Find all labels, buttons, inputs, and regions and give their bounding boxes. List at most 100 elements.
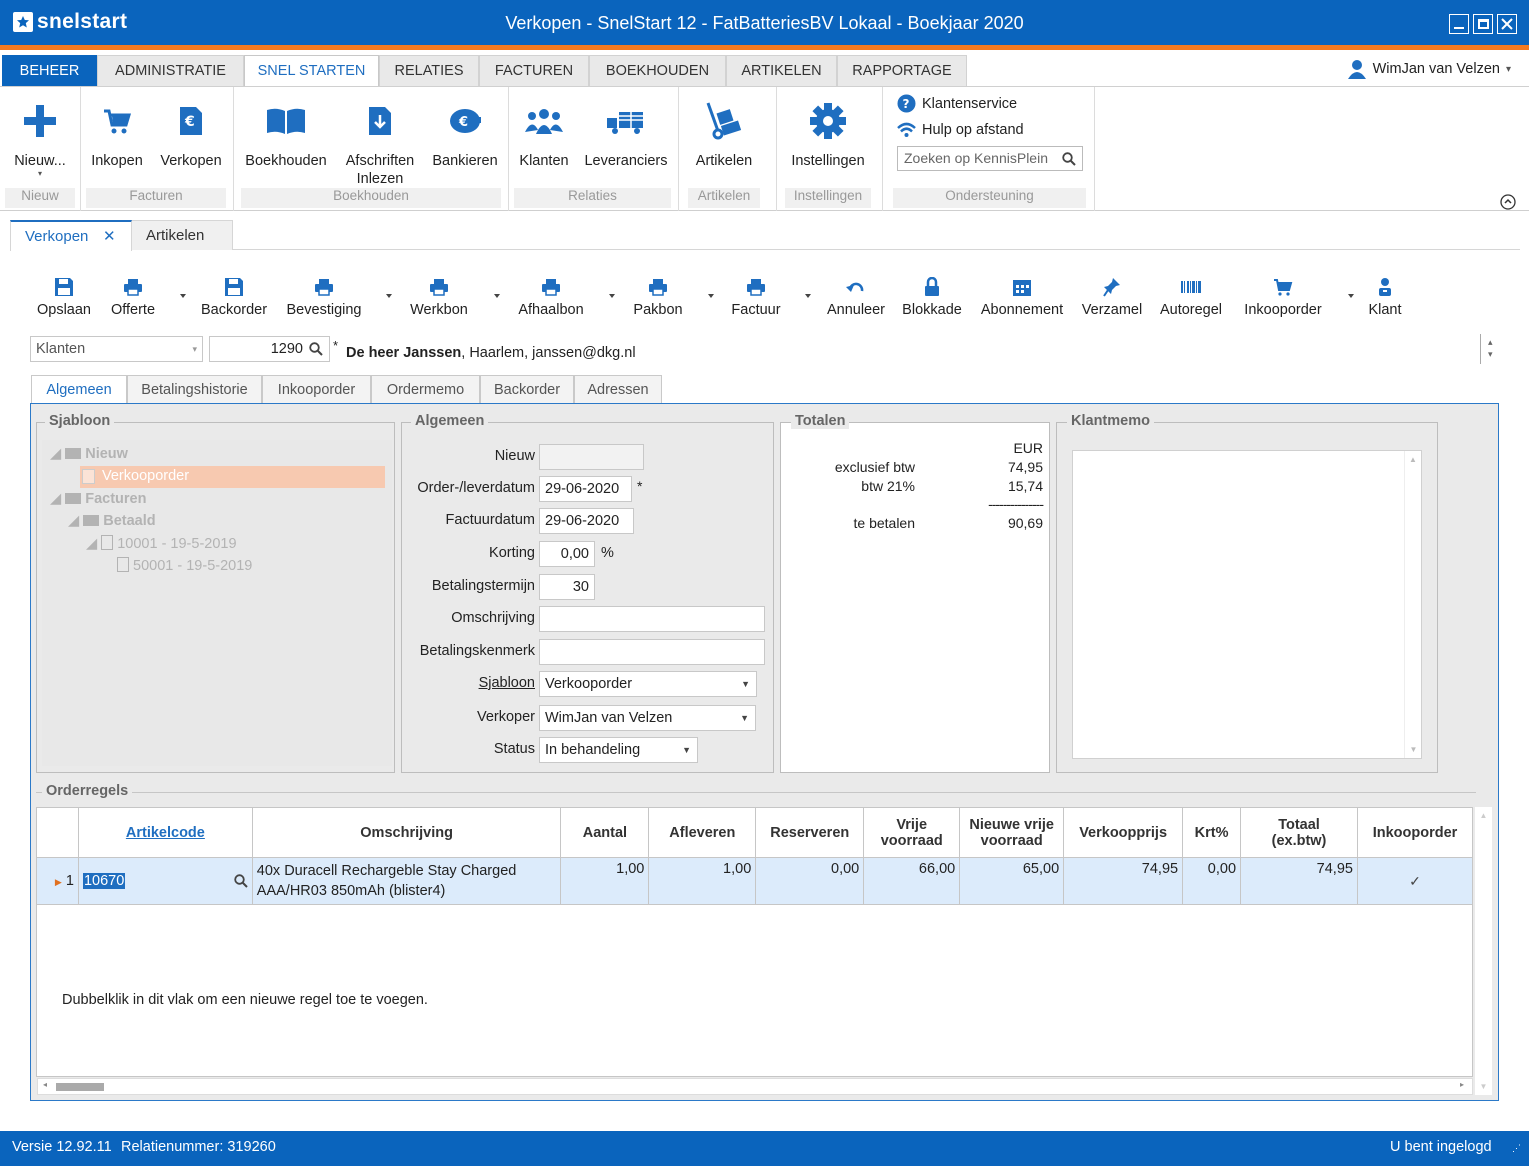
backorder-button[interactable]: Backorder: [184, 276, 284, 318]
chevron-down-icon[interactable]: [494, 294, 500, 298]
tab-betalingshistorie[interactable]: Betalingshistorie: [127, 375, 262, 404]
tree-item-verkooporder[interactable]: Verkooporder: [80, 466, 385, 488]
customer-number-input[interactable]: 1290: [209, 336, 330, 362]
cell-afleveren[interactable]: 1,00: [648, 857, 757, 905]
klanten-button[interactable]: Klanten: [514, 103, 574, 169]
search-icon[interactable]: [309, 342, 323, 356]
search-icon[interactable]: [234, 874, 248, 888]
maximize-button[interactable]: [1473, 14, 1493, 34]
leveranciers-button[interactable]: Leveranciers: [581, 103, 671, 169]
resize-grip-icon[interactable]: ⋰: [1512, 1143, 1521, 1154]
tab-adressen[interactable]: Adressen: [574, 375, 662, 404]
column-header-totaal[interactable]: Totaal (ex.btw): [1240, 807, 1358, 858]
menu-tab-snel-starten[interactable]: SNEL STARTEN: [244, 55, 379, 88]
omschrijving-input[interactable]: [539, 606, 765, 632]
abonnement-button[interactable]: Abonnement: [972, 276, 1072, 318]
tree-item-facturen[interactable]: ◢ Facturen: [50, 491, 146, 507]
menu-tab-facturen[interactable]: FACTUREN: [479, 55, 589, 86]
tab-backorder[interactable]: Backorder: [480, 375, 574, 404]
menu-tab-beheer[interactable]: BEHEER: [2, 55, 97, 86]
horizontal-scrollbar[interactable]: ◂ ▸: [37, 1078, 1473, 1095]
tab-algemeen[interactable]: Algemeen: [31, 375, 127, 406]
menu-tab-rapportage[interactable]: RAPPORTAGE: [837, 55, 967, 86]
tree-item-betaald[interactable]: ◢ Betaald: [68, 513, 156, 529]
scroll-left-icon[interactable]: ◂: [43, 1080, 47, 1089]
column-header-omschrijving[interactable]: Omschrijving: [251, 807, 562, 858]
boekhouden-button[interactable]: Boekhouden: [241, 103, 331, 169]
tree-item-factuur-1[interactable]: ◢ 10001 - 19-5-2019: [86, 535, 237, 552]
column-header-reserveren[interactable]: Reserveren: [755, 807, 865, 858]
cell-krt[interactable]: 0,00: [1182, 857, 1242, 905]
tab-inkooporder[interactable]: Inkooporder: [262, 375, 371, 404]
column-header-nieuwe-vrije-voorraad[interactable]: Nieuwe vrije voorraad: [959, 807, 1065, 858]
column-header-afleveren[interactable]: Afleveren: [648, 807, 757, 858]
doc-tab-artikelen[interactable]: Artikelen: [132, 220, 233, 250]
verkoper-select[interactable]: WimJan van Velzen ▼: [539, 705, 756, 731]
table-row[interactable]: ▶ 1 10670 40x Duracell Rechargeble Stay …: [36, 857, 1474, 905]
column-header-vrije-voorraad[interactable]: Vrije voorraad: [863, 807, 961, 858]
blokkade-button[interactable]: Blokkade: [882, 276, 982, 318]
cell-aantal[interactable]: 1,00: [560, 857, 650, 905]
cell-reserveren[interactable]: 0,00: [755, 857, 865, 905]
nieuw-button[interactable]: Nieuw... ▾: [5, 103, 75, 178]
cell-artikelcode[interactable]: 10670: [77, 857, 253, 905]
bevestiging-button[interactable]: Bevestiging: [274, 276, 374, 318]
menu-tab-boekhouden[interactable]: BOEKHOUDEN: [589, 55, 726, 86]
cell-inkooporder[interactable]: ✓: [1356, 857, 1474, 905]
inkopen-button[interactable]: Inkopen: [86, 103, 148, 169]
afhaalbon-button[interactable]: Afhaalbon: [501, 276, 601, 318]
checkmark-icon[interactable]: ✓: [1409, 873, 1421, 889]
menu-tab-artikelen[interactable]: ARTIKELEN: [726, 55, 837, 86]
inkooporder-button[interactable]: Inkooporder: [1233, 276, 1333, 318]
menu-tab-administratie[interactable]: ADMINISTRATIE: [97, 55, 244, 86]
verkopen-button[interactable]: € Verkopen: [156, 103, 226, 169]
kennisplein-search-input[interactable]: Zoeken op KennisPlein: [897, 146, 1083, 171]
factuurdatum-input[interactable]: 29-06-2020: [539, 508, 634, 534]
klant-button[interactable]: Klant: [1335, 276, 1435, 318]
artikelen-button[interactable]: Artikelen: [688, 102, 760, 169]
afschriften-inlezen-button[interactable]: Afschriften Inlezen: [339, 103, 421, 187]
cell-omschrijving[interactable]: 40x Duracell Rechargeble Stay Charged AAA…: [251, 857, 562, 905]
document-icon: [101, 535, 114, 550]
doc-tab-verkopen[interactable]: Verkopen ✕: [10, 220, 132, 251]
vertical-scrollbar[interactable]: ▲ ▼: [1475, 807, 1492, 1095]
pakbon-button[interactable]: Pakbon: [608, 276, 708, 318]
cell-verkoopprijs[interactable]: 74,95: [1063, 857, 1184, 905]
relation-type-select[interactable]: Klanten ▾: [30, 336, 203, 362]
status-select[interactable]: In behandeling ▼: [539, 737, 698, 763]
autoregel-button[interactable]: Autoregel: [1141, 276, 1241, 318]
scroll-thumb[interactable]: [56, 1083, 104, 1091]
minimize-button[interactable]: [1449, 14, 1469, 34]
tree-item-nieuw[interactable]: ◢ Nieuw: [50, 446, 128, 462]
klantenservice-link[interactable]: ? Klantenservice: [897, 94, 1017, 113]
termijn-input[interactable]: 30: [539, 574, 595, 600]
column-header-inkooporder[interactable]: Inkooporder: [1356, 807, 1474, 858]
orderdatum-input[interactable]: 29-06-2020: [539, 476, 632, 502]
scroll-spinner[interactable]: ▴ ▾: [1488, 336, 1493, 360]
bankieren-button[interactable]: € Bankieren: [429, 103, 501, 169]
offerte-button[interactable]: Offerte: [83, 276, 183, 318]
close-button[interactable]: [1497, 14, 1517, 34]
tree-item-factuur-2[interactable]: 50001 - 19-5-2019: [117, 557, 252, 574]
user-menu[interactable]: WimJan van Velzen ▾: [1347, 59, 1511, 79]
column-header-artikelcode[interactable]: Artikelcode: [77, 807, 253, 858]
tab-ordermemo[interactable]: Ordermemo: [371, 375, 480, 404]
collapse-ribbon-button[interactable]: [1500, 194, 1516, 210]
ribbon-group-instellingen: Instellingen: [785, 188, 871, 208]
column-header-verkoopprijs[interactable]: Verkoopprijs: [1063, 807, 1184, 858]
instellingen-button[interactable]: Instellingen: [785, 103, 871, 169]
hulp-op-afstand-link[interactable]: Hulp op afstand: [897, 122, 1024, 138]
search-icon[interactable]: [1062, 152, 1076, 166]
korting-input[interactable]: 0,00: [539, 541, 595, 567]
column-header-aantal[interactable]: Aantal: [560, 807, 650, 858]
werkbon-button[interactable]: Werkbon: [389, 276, 489, 318]
factuur-button[interactable]: Factuur: [706, 276, 806, 318]
kenmerk-input[interactable]: [539, 639, 765, 665]
klantmemo-textarea[interactable]: ▲ ▼: [1072, 450, 1422, 759]
sjabloon-select[interactable]: Verkooporder ▼: [539, 671, 757, 697]
menu-tab-relaties[interactable]: RELATIES: [379, 55, 479, 86]
close-icon[interactable]: ✕: [103, 222, 116, 252]
memo-scrollbar[interactable]: ▲ ▼: [1404, 451, 1421, 758]
column-header-krt[interactable]: Krt%: [1182, 807, 1242, 858]
scroll-right-icon[interactable]: ▸: [1460, 1080, 1464, 1089]
